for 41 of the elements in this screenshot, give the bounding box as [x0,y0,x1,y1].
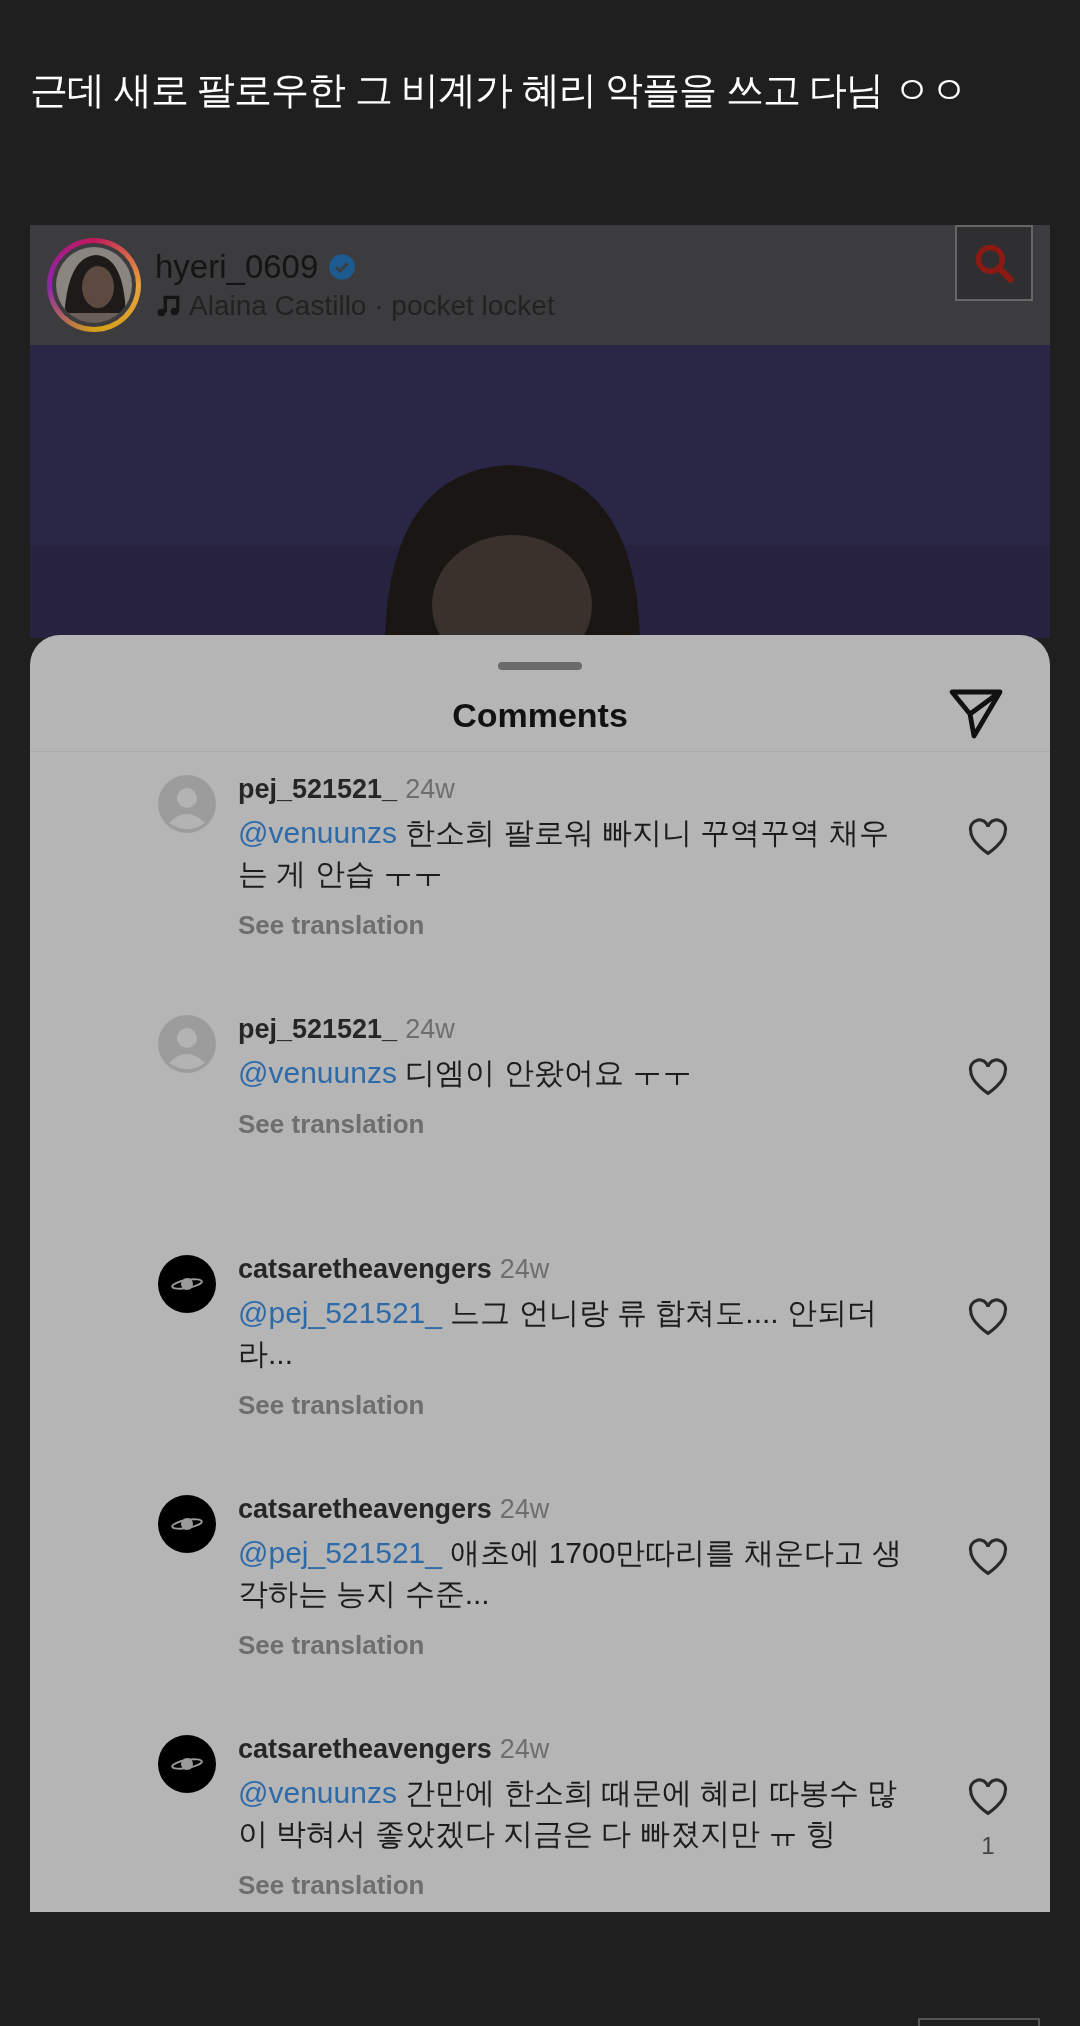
comment-text: @pej_521521_ 느그 언니랑 류 합쳐도.... 안되더라... [238,1295,878,1372]
comment-time: 24w [405,1013,455,1046]
post-title: 근데 새로 팔로우한 그 비계가 혜리 악플을 쓰고 다님 ㅇㅇ [29,68,969,113]
mention-link[interactable]: @pej_521521_ [238,1536,442,1569]
drag-handle[interactable] [498,662,582,670]
mention-link[interactable]: @venuunzs [238,1056,397,1089]
see-translation-link[interactable]: See translation [238,1868,425,1902]
comment-username[interactable]: pej_521521_ [238,1012,398,1046]
heart-icon[interactable] [967,1298,1009,1336]
planet-avatar-icon [158,1255,216,1313]
mention-link[interactable]: @venuunzs [238,816,397,849]
comment-time: 24w [499,1253,550,1286]
see-translation-link[interactable]: See translation [238,908,425,942]
heart-icon[interactable] [967,1538,1009,1576]
comment-text: @pej_521521_ 애초에 1700만따리를 채운다고 생각하는 능지 수준... [238,1535,904,1612]
comment-time: 24w [499,1733,550,1766]
default-avatar-icon [158,775,216,833]
mention-link[interactable]: @pej_521521_ [238,1296,442,1329]
mention-link[interactable]: @venuunzs [238,1776,397,1809]
like-count: 1 [981,1831,995,1861]
comment-text: @venuunzs 디엠이 안왔어요 ㅜㅜ [238,1055,693,1091]
comment-username[interactable]: catsaretheavengers [238,1492,492,1526]
comment-username[interactable]: catsaretheavengers [238,1732,492,1766]
planet-avatar-icon [158,1495,216,1553]
comment-text: @venuunzs 간만에 한소희 때문에 혜리 따봉수 많이 박혀서 좋았겠다 지금은 다 빠졌지만 ㅠ 힝 [238,1775,898,1852]
see-translation-link[interactable]: See translation [238,1107,425,1141]
see-translation-link[interactable]: See translation [238,1388,425,1422]
heart-icon[interactable] [967,1058,1009,1096]
see-translation-link[interactable]: See translation [238,1628,425,1662]
send-icon[interactable] [948,688,1004,740]
default-avatar-icon [158,1015,216,1073]
sheet-title: Comments [452,695,628,736]
heart-icon[interactable] [967,1778,1009,1816]
comment-username[interactable]: catsaretheavengers [238,1252,492,1286]
planet-avatar-icon [158,1735,216,1793]
music-note-icon [155,293,181,319]
comment-time: 24w [405,773,455,806]
comment-username[interactable]: pej_521521_ [238,772,398,806]
comment-time: 24w [499,1493,550,1526]
heart-icon[interactable] [967,818,1009,856]
comment-text: @venuunzs 한소희 팔로워 빠지니 꾸역꾸역 채우는 게 안습 ㅜㅜ [238,815,890,892]
